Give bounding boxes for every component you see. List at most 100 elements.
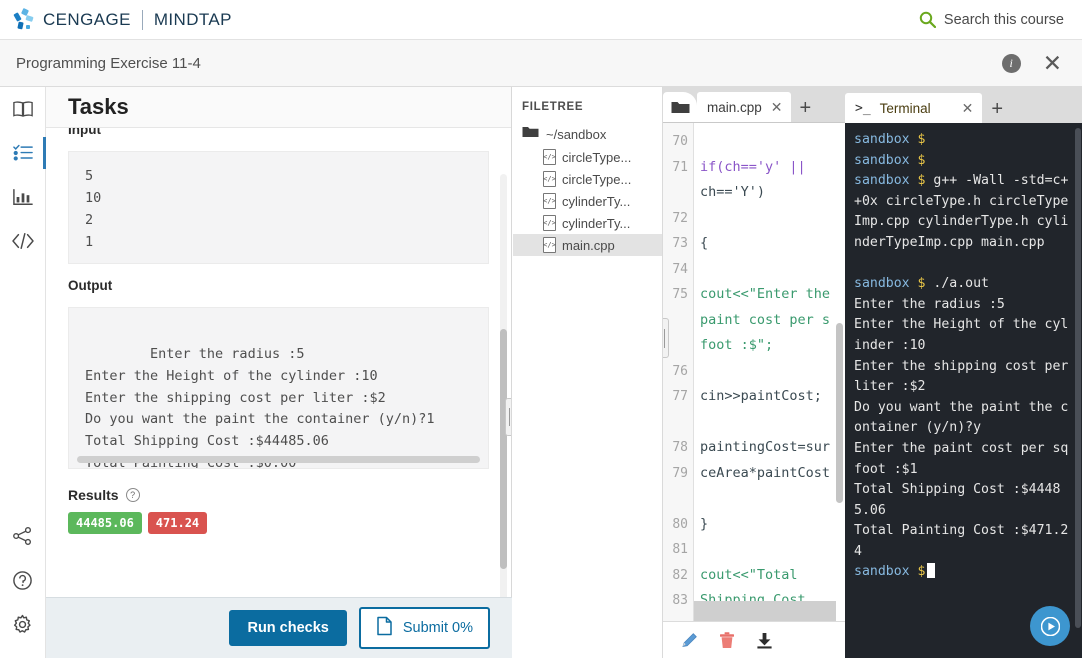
terminal-line: Enter the Height of the cylinder :10 [854,317,1069,353]
output-sample-text: Enter the radius :5 Enter the Height of … [85,345,435,468]
document-icon [376,616,393,640]
run-button[interactable] [1030,606,1070,646]
gear-icon[interactable] [0,602,46,646]
code-editor-panel: main.cpp ✕ + 70 71 72 73 74 75 76 77 78 … [663,87,845,658]
filetree-item[interactable]: </> cylinderTy... [513,190,662,212]
line-number: 78 [672,440,688,455]
code-area[interactable]: 70 71 72 73 74 75 76 77 78 79 80 81 82 8… [663,123,845,621]
line-number: 71 [672,159,688,175]
filetree-item[interactable]: </> circleType... [513,146,662,168]
brand-mindtap-text: MINDTAP [153,9,232,29]
brand-divider [141,9,143,30]
close-icon[interactable]: ✕ [771,99,783,116]
input-sample-box: 5 10 2 1 [68,151,489,264]
results-header: Results ? [68,487,489,503]
editor-resize-handle[interactable] [663,318,669,358]
results-label: Results [68,487,119,503]
code-line: cout<<"Enter the [700,286,831,302]
help-circle-icon[interactable]: ? [125,488,140,502]
code-vertical-scrollbar[interactable] [836,323,843,503]
terminal-line: Do you want the paint the container (y/n… [854,399,1069,436]
sidebar-item-code[interactable] [0,219,46,263]
terminal-line: Total Painting Cost :$471.24 [854,523,1069,559]
terminal-host: sandbox [854,564,910,580]
filetree-item-label: circleType... [562,171,632,187]
tasks-panel-resize-handle[interactable] [505,398,511,436]
filetree-title: FILETREE [522,101,584,113]
open-folder-button[interactable] [663,92,697,122]
sidebar-item-help[interactable] [0,558,46,602]
cengage-mark-icon [13,7,36,31]
tab-terminal[interactable]: >_ Terminal ✕ [845,93,983,123]
line-number: 83 [672,593,688,608]
tasks-scroll-area[interactable]: Input 5 10 2 1 Output Enter the radius :… [46,128,511,658]
code-line: cin>>paintCost; [700,388,822,404]
brand-cengage-text: CENGAGE [43,9,131,29]
search-this-course-button[interactable]: Search this course [919,11,1064,28]
tab-label: Terminal [879,100,931,116]
code-content[interactable]: if(ch=='y' || ch=='Y') { cout<<"Enter th… [694,123,845,622]
tab-label: main.cpp [707,99,762,115]
terminal-host: sandbox [854,132,910,147]
output-horizontal-scrollbar[interactable] [77,456,480,463]
filetree-item-label: cylinderTy... [562,215,631,231]
code-line: foot :$"; [700,337,774,353]
terminal-output[interactable]: sandbox $ sandbox $ sandbox $ g++ -Wall … [845,123,1082,658]
terminal-host: sandbox [854,276,910,292]
info-icon[interactable]: i [1001,53,1021,73]
search-icon [919,11,936,28]
code-file-icon: </> [543,237,556,253]
code-line: ch=='Y') [700,184,766,200]
new-terminal-tab-button[interactable]: + [982,98,1012,123]
page-title: Programming Exercise 11-4 [16,54,201,72]
trash-icon[interactable] [718,631,736,650]
filetree-root-folder[interactable]: ~/sandbox [513,122,662,146]
download-icon[interactable] [755,631,774,650]
line-number-gutter: 70 71 72 73 74 75 76 77 78 79 80 81 82 8… [663,123,694,621]
sidebar-item-book[interactable] [0,87,46,131]
tasks-panel-header: Tasks [46,87,511,128]
filetree-panel: FILETREE ~/sandbox </> circleType... </>… [513,87,663,658]
terminal-dollar: $ [917,132,926,147]
code-file-icon: </> [543,149,556,165]
brand-bar: CENGAGE MINDTAP Search this course [0,0,1082,40]
exercise-title-bar: Programming Exercise 11-4 i ✕ [0,40,1082,87]
code-file-icon: </> [543,171,556,187]
terminal-cursor [927,563,936,579]
code-file-icon: </> [543,193,556,209]
run-checks-button[interactable]: Run checks [229,610,347,646]
terminal-dollar: $ [917,564,926,580]
line-number: 72 [672,210,688,226]
status-badge-pass[interactable]: 44485.06 [68,512,142,534]
cengage-logo[interactable]: CENGAGE MINDTAP [13,7,232,31]
pencil-icon[interactable] [680,631,699,650]
code-file-icon: </> [543,215,556,231]
editor-tabstrip: main.cpp ✕ + [663,87,845,123]
tasks-panel: Tasks Input 5 10 2 1 Output Enter the ra… [46,87,512,658]
filetree-item[interactable]: </> circleType... [513,168,662,190]
sidebar-item-progress[interactable] [0,175,46,219]
terminal-tabstrip: >_ Terminal ✕ + [845,87,1082,123]
editor-toolbar [663,621,845,658]
terminal-line: Enter the paint cost per sq foot :$1 [854,440,1077,477]
filetree-item-selected[interactable]: </> main.cpp [513,234,662,256]
new-tab-button[interactable]: + [791,97,821,122]
tasks-scroll-thumb[interactable] [500,329,507,569]
sidebar-item-tasks[interactable] [0,131,46,175]
code-line: cout<<"Total [700,566,798,583]
sidebar-item-share[interactable] [0,514,46,558]
submit-label: Submit 0% [402,620,473,636]
tasks-heading: Tasks [68,94,129,119]
filetree-item[interactable]: </> cylinderTy... [513,212,662,234]
code-line: } [700,515,709,532]
code-selection-highlight [694,601,836,621]
terminal-scrollbar[interactable] [1075,128,1081,628]
close-icon[interactable]: ✕ [1043,51,1062,75]
filetree-item-label: circleType... [562,149,632,165]
close-icon[interactable]: ✕ [962,100,974,117]
output-sample-box: Enter the radius :5 Enter the Height of … [68,307,489,469]
results-badges: 44485.06 471.24 [68,512,489,534]
submit-button[interactable]: Submit 0% [358,607,490,649]
tab-main-cpp[interactable]: main.cpp ✕ [697,92,791,122]
status-badge-fail[interactable]: 471.24 [147,512,208,534]
